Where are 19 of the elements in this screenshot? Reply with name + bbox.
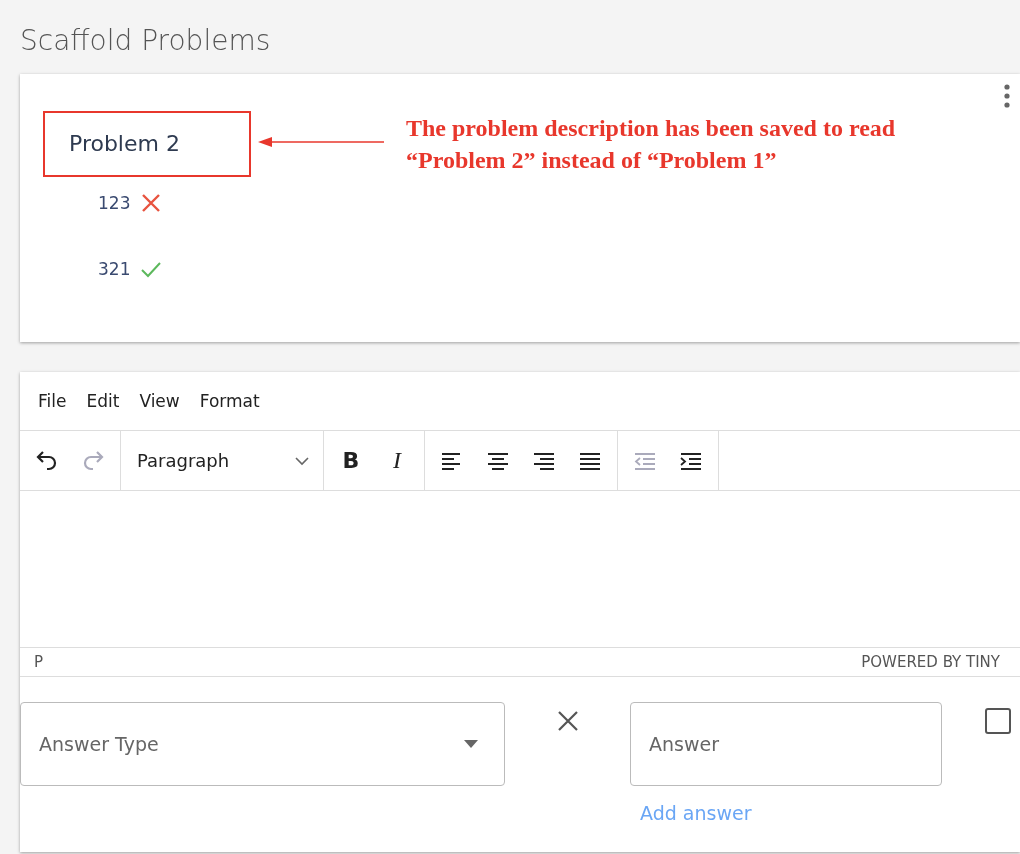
problem-title: Problem 2 xyxy=(69,131,180,156)
annotation-text: The problem description has been saved to read “Problem 2” instead of “Problem 1” xyxy=(406,114,897,175)
kebab-menu-icon[interactable] xyxy=(1004,84,1010,108)
menu-item[interactable]: File xyxy=(28,387,77,415)
italic-button[interactable]: I xyxy=(376,439,418,482)
menu-item[interactable]: Format xyxy=(189,387,270,415)
menu-item[interactable]: Edit xyxy=(76,387,130,415)
answer-type-dropdown[interactable]: Answer Type xyxy=(20,702,505,786)
bold-button[interactable]: B xyxy=(330,439,372,482)
branding-text: POWERED BY TINY xyxy=(861,653,1000,671)
checkbox[interactable] xyxy=(985,708,1011,734)
menu-item[interactable]: View xyxy=(129,387,190,415)
answer-text: 321 xyxy=(98,259,131,279)
answer-text: 123 xyxy=(98,193,131,213)
answer-field[interactable]: Answer xyxy=(630,702,942,786)
page-title: Scaffold Problems xyxy=(20,23,272,59)
block-format-dropdown[interactable]: Paragraph xyxy=(127,439,317,482)
element-path: P xyxy=(34,653,44,671)
caret-icon xyxy=(463,739,479,749)
